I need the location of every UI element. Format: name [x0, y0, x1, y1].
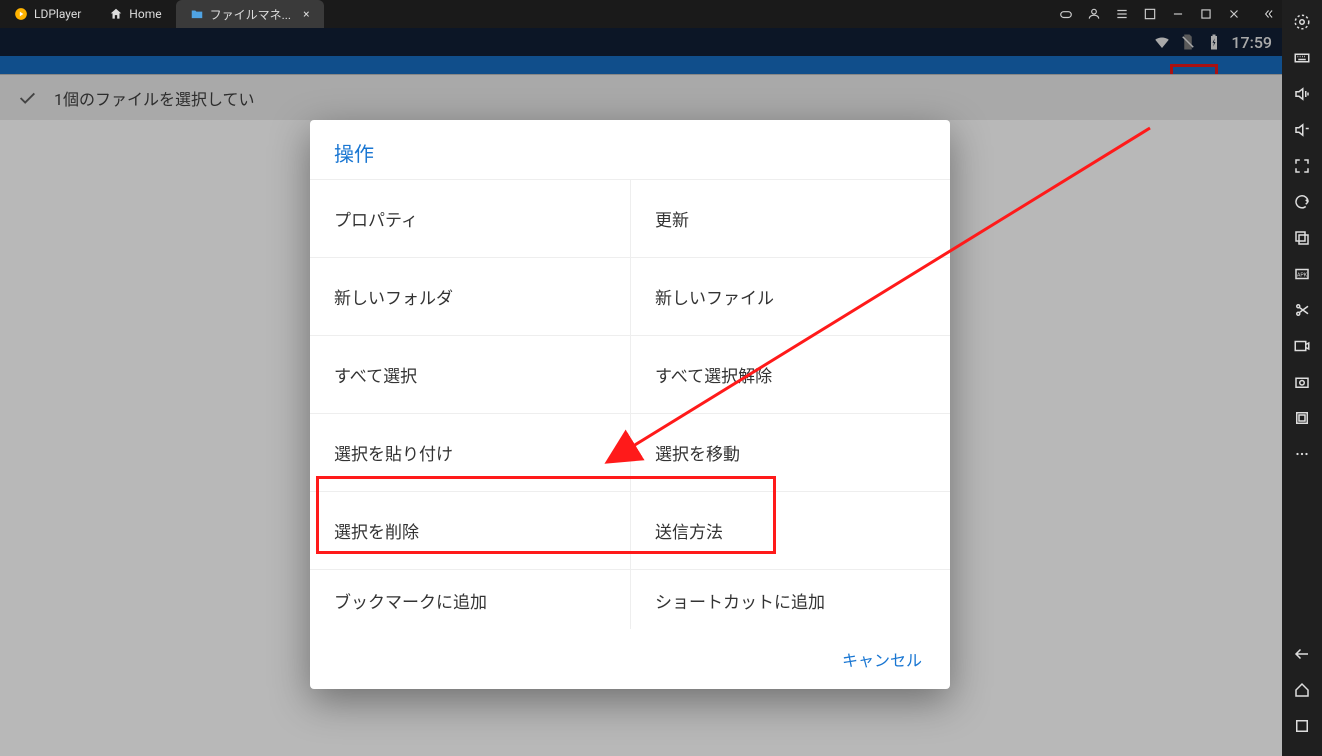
dialog-action-item[interactable]: 送信方法 — [630, 491, 950, 569]
titlebar-active-tab[interactable]: ファイルマネ... × — [176, 0, 324, 28]
dialog-title: 操作 — [310, 120, 950, 179]
titlebar-home-label: Home — [129, 7, 161, 21]
scissors-icon[interactable] — [1288, 296, 1316, 324]
dialog-action-item[interactable]: 更新 — [630, 179, 950, 257]
emulator-side-toolbar: APK — [1282, 0, 1322, 756]
dialog-action-item[interactable]: すべて選択解除 — [630, 335, 950, 413]
maximize-icon[interactable] — [1192, 0, 1220, 28]
volume-up-icon[interactable] — [1288, 80, 1316, 108]
multi-instance-icon[interactable] — [1288, 224, 1316, 252]
record-icon[interactable] — [1288, 332, 1316, 360]
dialog-cancel-button[interactable]: キャンセル — [830, 639, 934, 679]
dialog-action-item[interactable]: 選択を削除 — [310, 491, 630, 569]
fullscreen-icon[interactable] — [1136, 0, 1164, 28]
android-recent-icon[interactable] — [1288, 712, 1316, 740]
tab-close-icon[interactable]: × — [303, 7, 309, 21]
volume-down-icon[interactable] — [1288, 116, 1316, 144]
dialog-action-item[interactable]: 新しいファイル — [630, 257, 950, 335]
close-icon[interactable] — [1220, 0, 1248, 28]
gamepad-icon[interactable] — [1052, 0, 1080, 28]
account-icon[interactable] — [1080, 0, 1108, 28]
android-screen: 17:59 0 Pictur ..親フォルダcache2021 — [0, 28, 1282, 756]
dialog-action-item[interactable]: 選択を貼り付け — [310, 413, 630, 491]
ldplayer-logo-icon — [14, 7, 28, 21]
titlebar-app-name: LDPlayer — [34, 7, 81, 21]
android-home-icon[interactable] — [1288, 676, 1316, 704]
titlebar-app-tab[interactable]: LDPlayer — [0, 0, 95, 28]
emulator-titlebar: LDPlayer Home ファイルマネ... × — [0, 0, 1282, 28]
sync-icon[interactable] — [1288, 188, 1316, 216]
svg-text:APK: APK — [1297, 272, 1308, 278]
minimize-icon[interactable] — [1164, 0, 1192, 28]
collapse-rail-icon[interactable] — [1254, 0, 1282, 28]
actions-dialog: 操作 プロパティ更新新しいフォルダ新しいファイルすべて選択すべて選択解除選択を貼… — [310, 120, 950, 689]
keyboard-icon[interactable] — [1288, 44, 1316, 72]
menu-lines-icon[interactable] — [1108, 0, 1136, 28]
home-icon — [109, 7, 123, 21]
dialog-action-item[interactable]: 新しいフォルダ — [310, 257, 630, 335]
operation-record-icon[interactable] — [1288, 404, 1316, 432]
dialog-action-item[interactable]: ブックマークに追加 — [310, 569, 630, 629]
folder-icon — [190, 7, 204, 21]
dialog-action-item[interactable]: プロパティ — [310, 179, 630, 257]
dialog-action-item[interactable]: すべて選択 — [310, 335, 630, 413]
fullscreen2-icon[interactable] — [1288, 152, 1316, 180]
apk-icon[interactable]: APK — [1288, 260, 1316, 288]
dialog-action-item[interactable]: 選択を移動 — [630, 413, 950, 491]
dialog-action-item[interactable]: ショートカットに追加 — [630, 569, 950, 629]
more-dots-icon[interactable] — [1288, 440, 1316, 468]
settings-icon[interactable] — [1288, 8, 1316, 36]
titlebar-active-label: ファイルマネ... — [210, 6, 292, 23]
titlebar-home-tab[interactable]: Home — [95, 0, 175, 28]
screenshot-icon[interactable] — [1288, 368, 1316, 396]
android-back-icon[interactable] — [1288, 640, 1316, 668]
